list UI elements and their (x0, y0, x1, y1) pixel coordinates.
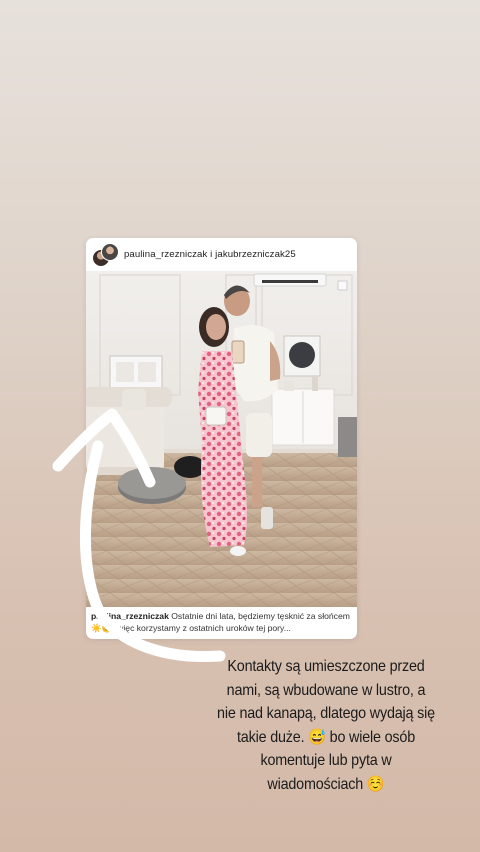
avatar-group[interactable] (92, 242, 120, 268)
post-header[interactable]: paulina_rzezniczak i jakubrzezniczak25 (86, 238, 357, 271)
reposted-post-card[interactable]: paulina_rzezniczak i jakubrzezniczak25 p… (86, 238, 357, 639)
story-screen: paulina_rzezniczak i jakubrzezniczak25 p… (0, 0, 480, 852)
post-usernames[interactable]: paulina_rzezniczak i jakubrzezniczak25 (124, 249, 296, 260)
caption-username[interactable]: paulina_rzezniczak (91, 611, 169, 621)
avatar-icon (101, 242, 119, 261)
post-caption[interactable]: paulina_rzezniczak Ostatnie dni lata, bę… (91, 610, 353, 634)
post-photo (86, 271, 357, 607)
story-overlay-text: Kontakty są umieszczone przed nami, są w… (217, 658, 435, 793)
